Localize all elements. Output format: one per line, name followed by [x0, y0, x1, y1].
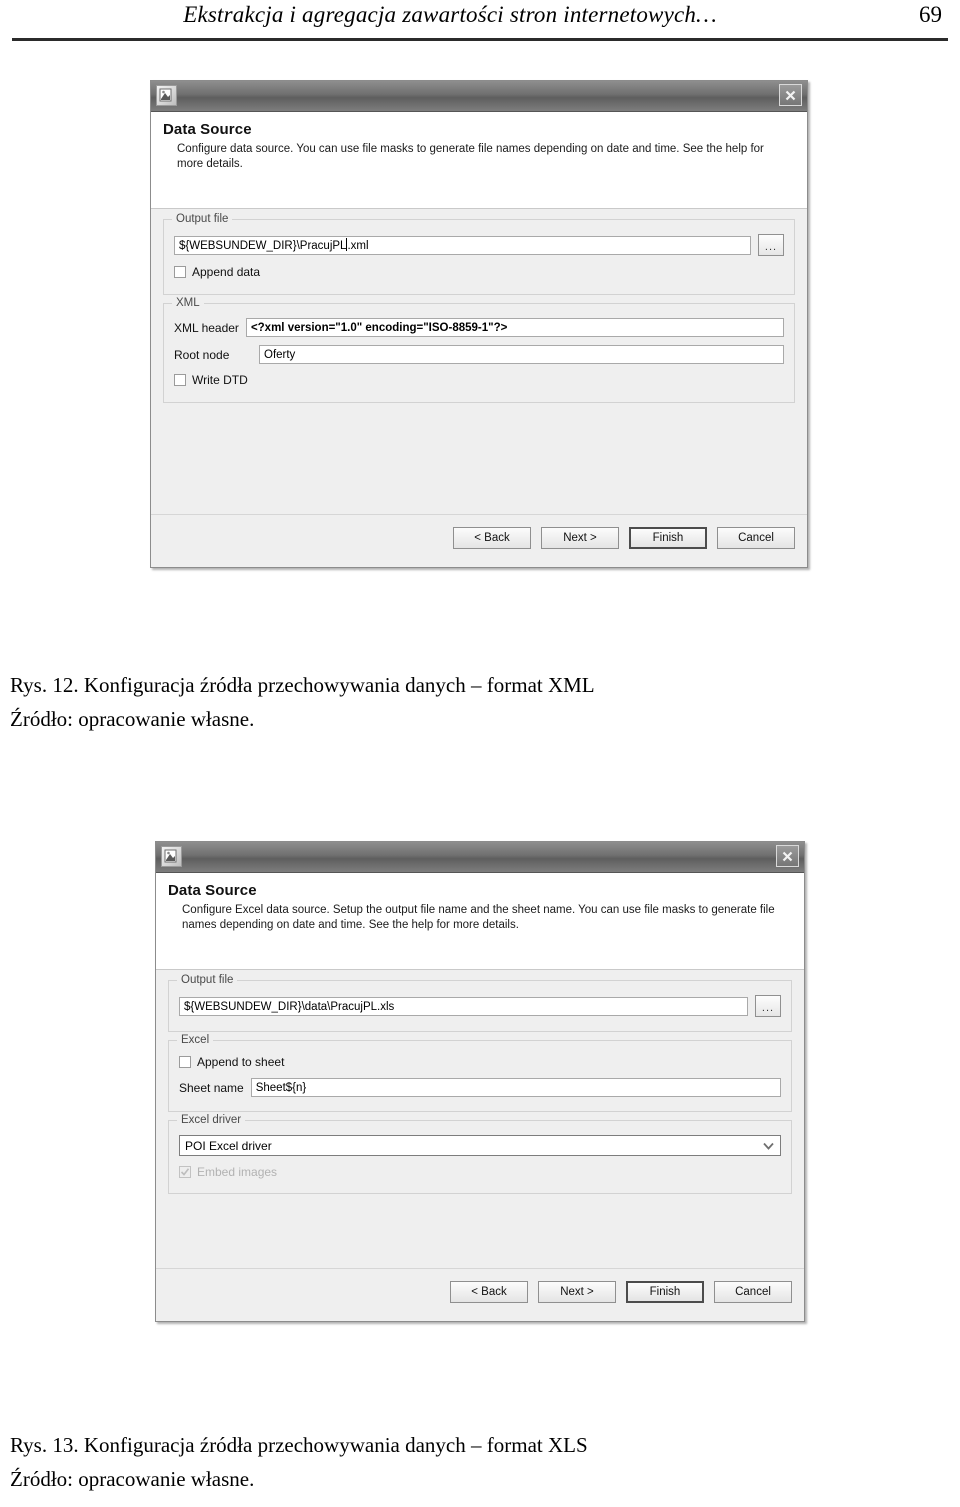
- dialog-empty-area: [168, 1202, 792, 1250]
- xml-header-row: XML header <?xml version="1.0" encoding=…: [174, 318, 784, 337]
- append-to-sheet-row[interactable]: Append to sheet: [179, 1055, 781, 1069]
- sheet-name-input[interactable]: Sheet${n}: [250, 1078, 781, 1097]
- write-dtd-row[interactable]: Write DTD: [174, 373, 784, 387]
- dialog-body-xml: Output file ${WEBSUNDEW_DIR}\PracujPL.xm…: [151, 209, 807, 514]
- embed-images-checkbox: [179, 1166, 191, 1178]
- group-legend-output-file: Output file: [177, 974, 238, 986]
- xml-header-label: XML header: [174, 320, 239, 335]
- output-file-input[interactable]: ${WEBSUNDEW_DIR}\PracujPL.xml: [174, 235, 751, 255]
- caption-13-source: Źródło: opracowanie własne.: [10, 1467, 255, 1491]
- page-running-header: Ekstrakcja i agregacja zawartości stron …: [0, 0, 960, 46]
- append-to-sheet-checkbox[interactable]: [179, 1056, 191, 1068]
- titlebar-xls: [156, 842, 804, 873]
- figure-caption-13: Rys. 13. Konfiguracja źródła przechowywa…: [10, 1428, 950, 1496]
- group-legend-excel-driver: Excel driver: [177, 1114, 246, 1126]
- sheet-name-row: Sheet name Sheet${n}: [179, 1078, 781, 1097]
- banner-description: Configure data source. You can use file …: [177, 143, 764, 170]
- sheet-name-label: Sheet name: [179, 1080, 244, 1095]
- group-excel: Excel Append to sheet Sheet name Sheet${…: [168, 1034, 792, 1112]
- titlebar-xml: [151, 81, 807, 112]
- append-data-label: Append data: [192, 265, 261, 279]
- group-output-file-xls: Output file ${WEBSUNDEW_DIR}\data\Pracuj…: [168, 974, 792, 1032]
- append-data-row[interactable]: Append data: [174, 265, 784, 279]
- excel-driver-selected-value: POI Excel driver: [185, 1138, 272, 1153]
- group-output-file-xml: Output file ${WEBSUNDEW_DIR}\PracujPL.xm…: [163, 213, 795, 295]
- caption-12-source: Źródło: opracowanie własne.: [10, 707, 255, 731]
- buttonbar-xml: < Back Next > Finish Cancel: [151, 514, 807, 561]
- caption-13-title: Rys. 13. Konfiguracja źródła przechowywa…: [10, 1433, 588, 1457]
- xml-header-input[interactable]: <?xml version="1.0" encoding="ISO-8859-1…: [245, 318, 784, 337]
- root-node-label: Root node: [174, 347, 230, 362]
- append-data-checkbox[interactable]: [174, 266, 186, 278]
- group-legend-xml: XML: [172, 297, 204, 309]
- output-file-input[interactable]: ${WEBSUNDEW_DIR}\data\PracujPL.xls: [179, 996, 748, 1016]
- finish-button[interactable]: Finish: [629, 527, 707, 549]
- dialog-body-xls: Output file ${WEBSUNDEW_DIR}\data\Pracuj…: [156, 970, 804, 1268]
- app-window-icon: [161, 846, 182, 867]
- group-legend-output-file: Output file: [172, 213, 233, 225]
- group-xml: XML XML header <?xml version="1.0" encod…: [163, 297, 795, 403]
- banner-xml: Data Source Configure data source. You c…: [151, 112, 807, 209]
- caption-12-title: Rys. 12. Konfiguracja źródła przechowywa…: [10, 673, 595, 697]
- embed-images-label: Embed images: [197, 1165, 278, 1179]
- excel-driver-row: POI Excel driver: [179, 1135, 781, 1156]
- browse-button[interactable]: ...: [755, 995, 781, 1017]
- page-number: 69: [919, 2, 942, 27]
- output-file-row: ${WEBSUNDEW_DIR}\data\PracujPL.xls ...: [179, 995, 781, 1017]
- banner-title: Data Source: [163, 121, 252, 138]
- figure-caption-12: Rys. 12. Konfiguracja źródła przechowywa…: [10, 668, 950, 736]
- embed-images-row: Embed images: [179, 1165, 781, 1179]
- banner-title: Data Source: [168, 882, 257, 899]
- next-button[interactable]: Next >: [538, 1281, 616, 1303]
- app-window-icon: [156, 85, 177, 106]
- cancel-button[interactable]: Cancel: [714, 1281, 792, 1303]
- cancel-button[interactable]: Cancel: [717, 527, 795, 549]
- banner-description: Configure Excel data source. Setup the o…: [182, 904, 775, 931]
- group-legend-excel: Excel: [177, 1034, 214, 1046]
- chevron-down-icon[interactable]: [760, 1136, 777, 1155]
- output-file-row: ${WEBSUNDEW_DIR}\PracujPL.xml ...: [174, 234, 784, 256]
- banner-xls: Data Source Configure Excel data source.…: [156, 873, 804, 970]
- header-divider: [12, 38, 948, 41]
- next-button[interactable]: Next >: [541, 527, 619, 549]
- append-to-sheet-label: Append to sheet: [197, 1055, 285, 1069]
- back-button[interactable]: < Back: [453, 527, 531, 549]
- buttonbar-xls: < Back Next > Finish Cancel: [156, 1268, 804, 1315]
- finish-button[interactable]: Finish: [626, 1281, 704, 1303]
- root-node-row: Root node Oferty: [174, 345, 784, 364]
- write-dtd-label: Write DTD: [192, 373, 248, 387]
- group-excel-driver: Excel driver POI Excel driver Embed imag…: [168, 1114, 792, 1194]
- data-source-xls-dialog: Data Source Configure Excel data source.…: [155, 841, 805, 1322]
- close-icon[interactable]: [779, 84, 802, 106]
- write-dtd-checkbox[interactable]: [174, 374, 186, 386]
- back-button[interactable]: < Back: [450, 1281, 528, 1303]
- excel-driver-select[interactable]: POI Excel driver: [179, 1135, 781, 1156]
- close-icon[interactable]: [776, 845, 799, 867]
- root-node-input[interactable]: Oferty: [259, 345, 784, 364]
- dialog-empty-area: [163, 411, 795, 493]
- running-head-text: Ekstrakcja i agregacja zawartości stron …: [183, 2, 717, 27]
- data-source-xml-dialog: Data Source Configure data source. You c…: [150, 80, 808, 568]
- browse-button[interactable]: ...: [758, 234, 784, 256]
